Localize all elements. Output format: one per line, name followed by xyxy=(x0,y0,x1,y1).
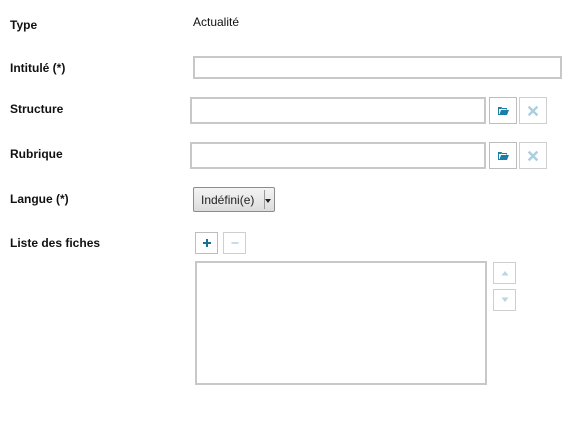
chevron-down-icon xyxy=(265,199,271,203)
fiches-listbox[interactable] xyxy=(195,261,487,385)
type-value: Actualité xyxy=(193,15,240,29)
arrow-down-icon xyxy=(501,297,508,302)
edit-form: Type Actualité Intitulé (*) Structure Ru… xyxy=(0,0,584,421)
structure-label: Structure xyxy=(10,102,64,116)
liste-fiches-label: Liste des fiches xyxy=(10,236,101,250)
clear-x-icon xyxy=(528,105,538,116)
langue-select[interactable]: Indéfini(e) xyxy=(193,187,275,212)
structure-browse-button[interactable] xyxy=(489,97,517,124)
langue-selected-value: Indéfini(e) xyxy=(201,192,255,207)
intitule-input[interactable] xyxy=(193,56,562,79)
intitule-label: Intitulé (*) xyxy=(10,61,66,75)
type-label: Type xyxy=(10,18,38,32)
move-down-button[interactable] xyxy=(493,289,516,311)
arrow-up-icon xyxy=(501,271,508,276)
structure-clear-button[interactable] xyxy=(519,97,547,124)
langue-label: Langue (*) xyxy=(10,192,69,206)
structure-input[interactable] xyxy=(190,97,486,124)
folder-open-icon xyxy=(498,106,509,115)
rubrique-browse-button[interactable] xyxy=(489,142,517,169)
move-up-button[interactable] xyxy=(493,262,516,284)
folder-open-icon xyxy=(498,151,509,160)
minus-icon xyxy=(231,242,238,244)
rubrique-clear-button[interactable] xyxy=(519,142,547,169)
plus-icon xyxy=(202,239,211,247)
remove-fiche-button[interactable] xyxy=(223,232,246,254)
add-fiche-button[interactable] xyxy=(195,232,218,254)
rubrique-label: Rubrique xyxy=(10,147,63,161)
clear-x-icon xyxy=(528,150,538,161)
rubrique-input[interactable] xyxy=(190,142,486,169)
